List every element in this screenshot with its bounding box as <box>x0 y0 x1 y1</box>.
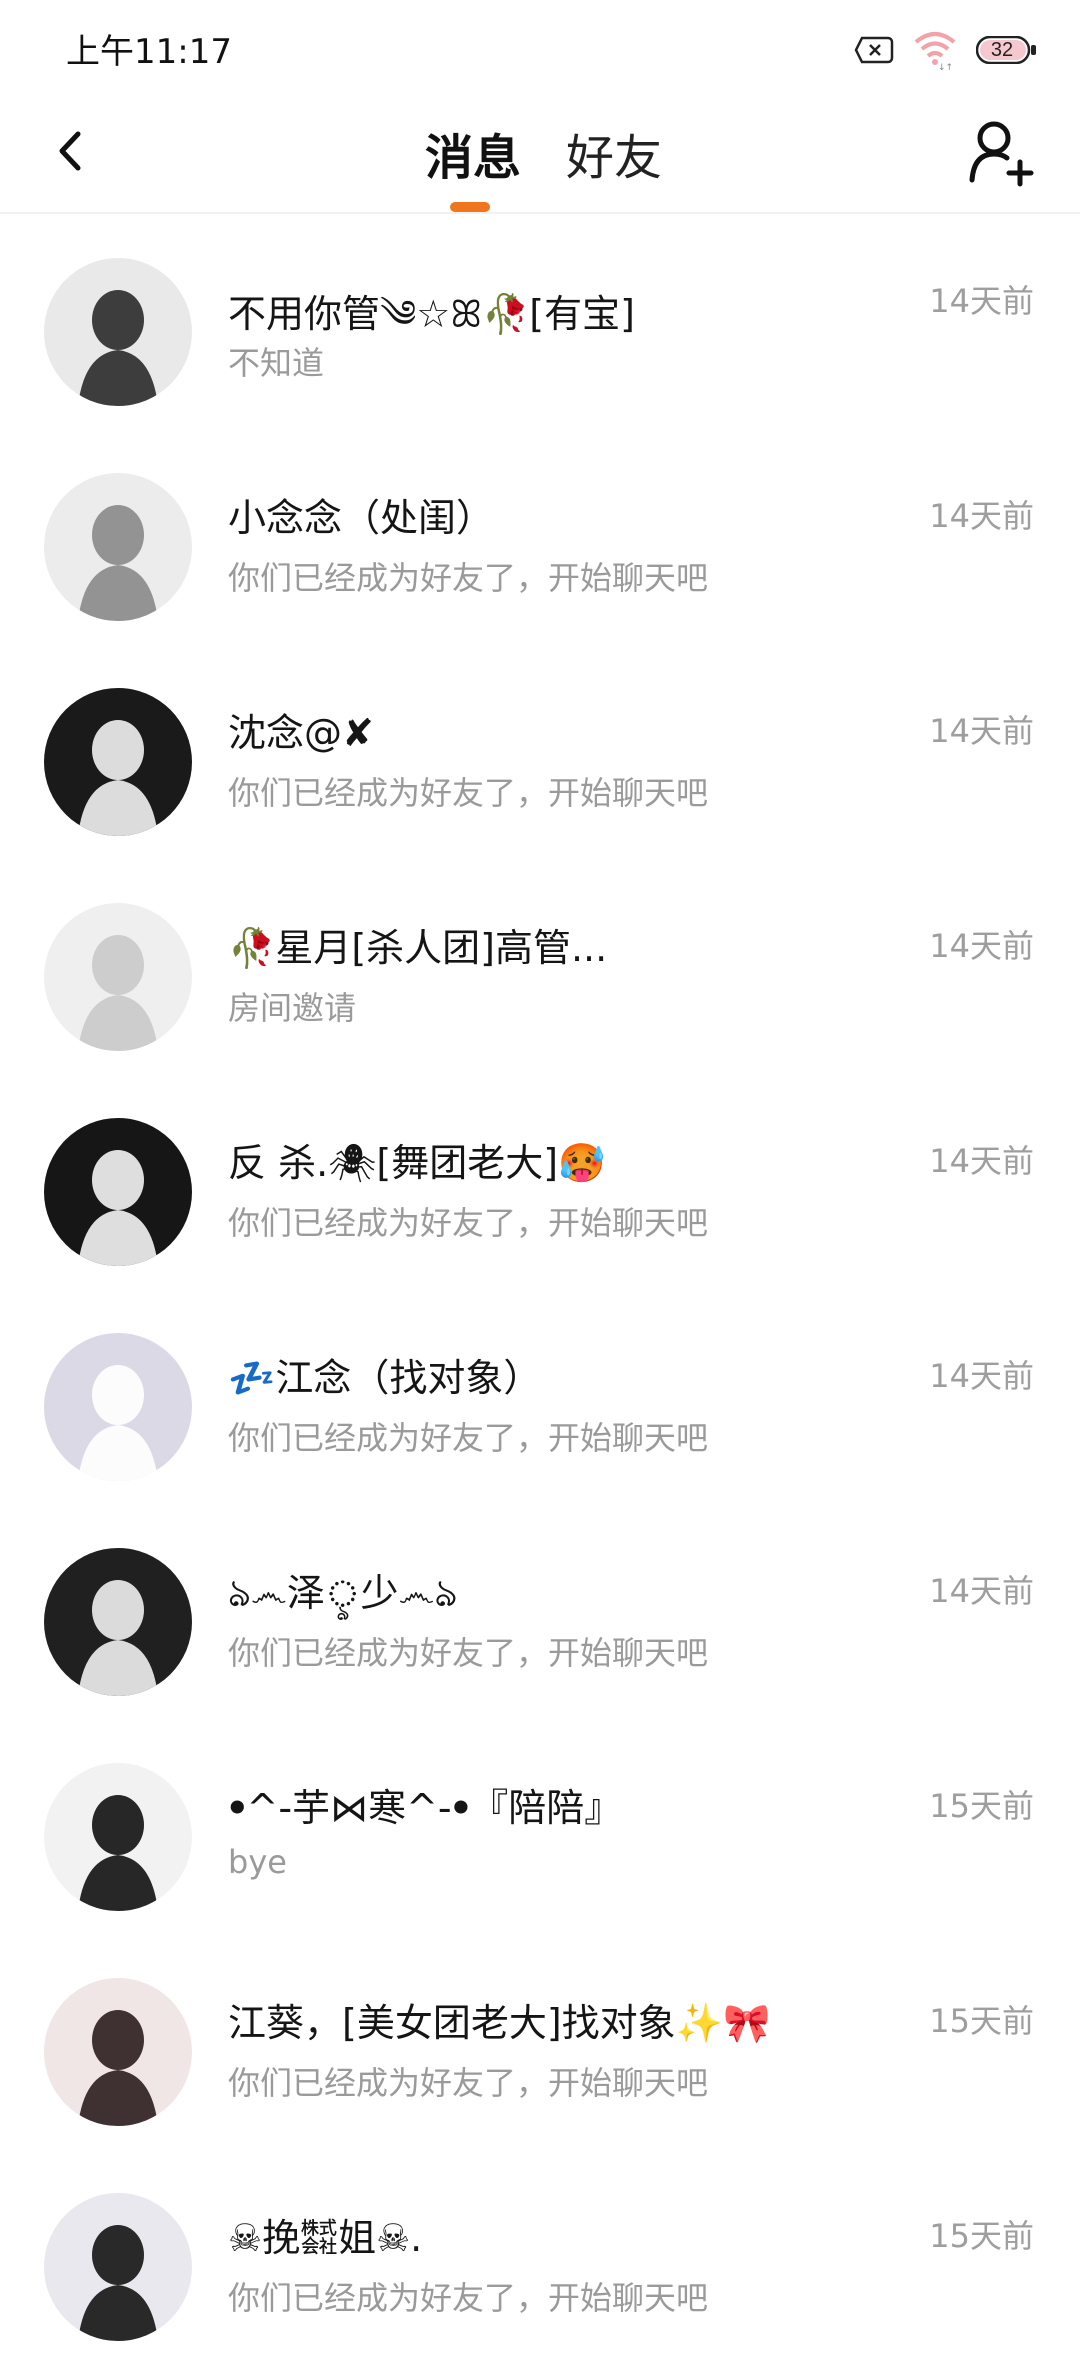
status-time: 上午11:17 <box>66 32 232 72</box>
conversation-preview: 不知道 <box>228 344 325 382</box>
conversation-preview: 你们已经成为好友了，开始聊天吧 <box>228 1204 709 1242</box>
avatar[interactable] <box>44 1763 192 1911</box>
avatar[interactable] <box>44 1333 192 1481</box>
conversation-name: ꔷ^-芋⋈寒^-ꔷ『陪陪』 <box>228 1786 623 1830</box>
conversation-preview: 你们已经成为好友了，开始聊天吧 <box>228 1634 709 1672</box>
status-bar: 上午11:17 ↓↑ 32 <box>0 0 1080 96</box>
wifi-icon: ↓↑ <box>914 32 956 70</box>
conversation-name: 💤江念（找对象） <box>228 1356 542 1400</box>
conversation-item[interactable]: ☠挽㍿姐☠. 你们已经成为好友了，开始聊天吧 15天前 <box>0 2149 1080 2364</box>
conversation-time: 14天前 <box>929 712 1034 750</box>
conversation-name: 反 杀.🕷[舞团老大]🥵 <box>228 1141 606 1185</box>
conversation-preview: 房间邀请 <box>228 989 357 1027</box>
conversation-time: 14天前 <box>929 1572 1034 1610</box>
tab-messages[interactable]: 消息 <box>425 118 521 188</box>
battery-level: 32 <box>990 39 1014 61</box>
conversation-time: 14天前 <box>929 1357 1034 1395</box>
status-icons: ↓↑ 32 <box>854 30 1040 70</box>
conversation-item[interactable]: 💤江念（找对象） 你们已经成为好友了，开始聊天吧 14天前 <box>0 1289 1080 1504</box>
conversation-name: 沈念@✘ <box>228 711 374 755</box>
avatar[interactable] <box>44 688 192 836</box>
avatar[interactable] <box>44 2193 192 2341</box>
add-friend-icon[interactable] <box>964 114 1040 190</box>
avatar[interactable] <box>44 903 192 1051</box>
conversation-name: ☠挽㍿姐☠. <box>228 2216 423 2260</box>
conversation-item[interactable]: 🥀星月[杀人团]高管... 房间邀请 14天前 <box>0 859 1080 1074</box>
conversation-preview: 你们已经成为好友了，开始聊天吧 <box>228 774 709 812</box>
no-sim-icon <box>854 36 894 64</box>
conversation-time: 14天前 <box>929 282 1034 320</box>
back-icon[interactable] <box>40 116 110 186</box>
avatar[interactable] <box>44 1118 192 1266</box>
tab-friends[interactable]: 好友 <box>566 118 662 188</box>
conversation-name: 江葵，[美女团老大]找对象✨🎀 <box>228 2001 771 2045</box>
avatar[interactable] <box>44 1978 192 2126</box>
conversation-time: 14天前 <box>929 927 1034 965</box>
conversation-time: 14天前 <box>929 497 1034 535</box>
avatar[interactable] <box>44 258 192 406</box>
conversation-time: 15天前 <box>929 2217 1034 2255</box>
svg-text:↓↑: ↓↑ <box>938 63 953 70</box>
active-tab-indicator <box>450 202 490 212</box>
conversation-item[interactable]: 沈念@✘ 你们已经成为好友了，开始聊天吧 14天前 <box>0 644 1080 859</box>
conversation-preview: 你们已经成为好友了，开始聊天吧 <box>228 559 709 597</box>
conversation-preview: bye <box>228 1843 287 1881</box>
header: 消息 好友 <box>0 96 1080 212</box>
conversation-item[interactable]: 江葵，[美女团老大]找对象✨🎀 你们已经成为好友了，开始聊天吧 15天前 <box>0 1934 1080 2149</box>
conversation-item[interactable]: 不用你管༄☆ꕤ🥀[有宝] 不知道 14天前 <box>0 214 1080 429</box>
battery-icon: 32 <box>975 35 1040 65</box>
conversation-time: 15天前 <box>929 2002 1034 2040</box>
conversation-name: 🥀星月[杀人团]高管... <box>228 926 608 970</box>
conversation-preview: 你们已经成为好友了，开始聊天吧 <box>228 2064 709 2102</box>
avatar[interactable] <box>44 1548 192 1696</box>
conversation-item[interactable]: ঌ෴泽ৢ少෴ঌ 你们已经成为好友了，开始聊天吧 14天前 <box>0 1504 1080 1719</box>
conversation-item[interactable]: ꔷ^-芋⋈寒^-ꔷ『陪陪』 bye 15天前 <box>0 1719 1080 1934</box>
conversation-time: 15天前 <box>929 1787 1034 1825</box>
conversation-item[interactable]: 反 杀.🕷[舞团老大]🥵 你们已经成为好友了，开始聊天吧 14天前 <box>0 1074 1080 1289</box>
conversation-item[interactable]: 小念念（处闺） 你们已经成为好友了，开始聊天吧 14天前 <box>0 429 1080 644</box>
conversation-time: 14天前 <box>929 1142 1034 1180</box>
avatar[interactable] <box>44 473 192 621</box>
conversation-name: 小念念（处闺） <box>228 496 495 540</box>
conversation-preview: 你们已经成为好友了，开始聊天吧 <box>228 2279 709 2317</box>
conversation-name: ঌ෴泽ৢ少෴ঌ <box>228 1571 458 1615</box>
conversation-preview: 你们已经成为好友了，开始聊天吧 <box>228 1419 709 1457</box>
